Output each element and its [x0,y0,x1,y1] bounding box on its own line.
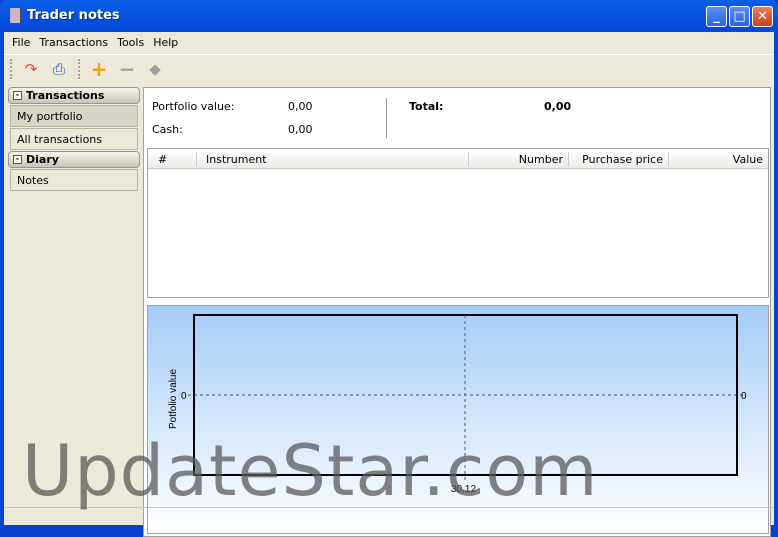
collapse-icon[interactable]: - [13,91,22,100]
cash-value: 0,00 [288,123,313,136]
holdings-table: # Instrument Number Purchase price Value [147,148,769,298]
print-icon[interactable]: ⎙ [50,60,68,78]
watermark: UpdateStar.com [22,430,599,512]
toolbar-grip[interactable] [10,58,12,79]
window-title: Trader notes [27,8,120,23]
collapse-icon[interactable]: - [13,155,22,164]
col-count[interactable]: Number [519,153,563,166]
minimize-button[interactable]: _ [706,6,727,27]
sidebar: - Transactions My portfolio All transacti… [8,87,140,192]
col-value[interactable]: Value [733,153,763,166]
summary-panel: Portfolio value: 0,00 Cash: 0,00 Total: … [144,88,770,146]
col-purchase-price[interactable]: Purchase price [582,153,663,166]
group-label: Transactions [26,89,105,102]
group-transactions[interactable]: - Transactions [8,87,140,104]
toolbar: ↷ ⎙ + − ◆ [4,54,774,82]
title-bar: Trader notes _ □ ✕ [0,0,778,32]
y-tick-right: 0 [741,391,747,402]
group-label: Diary [26,153,59,166]
table-header: # Instrument Number Purchase price Value [148,149,768,169]
sidebar-item-all-transactions[interactable]: All transactions [10,128,138,150]
y-axis-label: Potfolio value [168,369,179,429]
menu-file[interactable]: File [8,32,35,53]
group-diary[interactable]: - Diary [8,151,140,168]
col-instrument[interactable]: Instrument [206,153,267,166]
add-icon[interactable]: + [90,59,108,79]
app-window: Trader notes _ □ ✕ File Transactions Too… [0,0,778,537]
redo-arrow-icon[interactable]: ↷ [22,60,40,78]
menu-help[interactable]: Help [149,32,183,53]
divider [386,98,387,138]
toolbar-grip[interactable] [78,58,80,79]
cash-label: Cash: [152,123,183,136]
y-tick-left: 0 [181,391,187,402]
maximize-button[interactable]: □ [729,6,750,27]
portfolio-value: 0,00 [288,100,313,113]
tag-icon[interactable]: ◆ [146,60,164,78]
portfolio-label: Portfolio value: [152,100,235,113]
menu-tools[interactable]: Tools [113,32,149,53]
app-icon [9,7,21,24]
menu-bar: File Transactions Tools Help [4,32,774,53]
total-value: 0,00 [544,100,572,113]
sidebar-item-notes[interactable]: Notes [10,169,138,191]
remove-icon[interactable]: − [118,59,136,79]
col-number[interactable]: # [158,153,167,166]
sidebar-item-my-portfolio[interactable]: My portfolio [10,105,138,127]
menu-transactions[interactable]: Transactions [35,32,113,53]
close-button[interactable]: ✕ [752,6,773,27]
total-label: Total: [409,100,444,113]
